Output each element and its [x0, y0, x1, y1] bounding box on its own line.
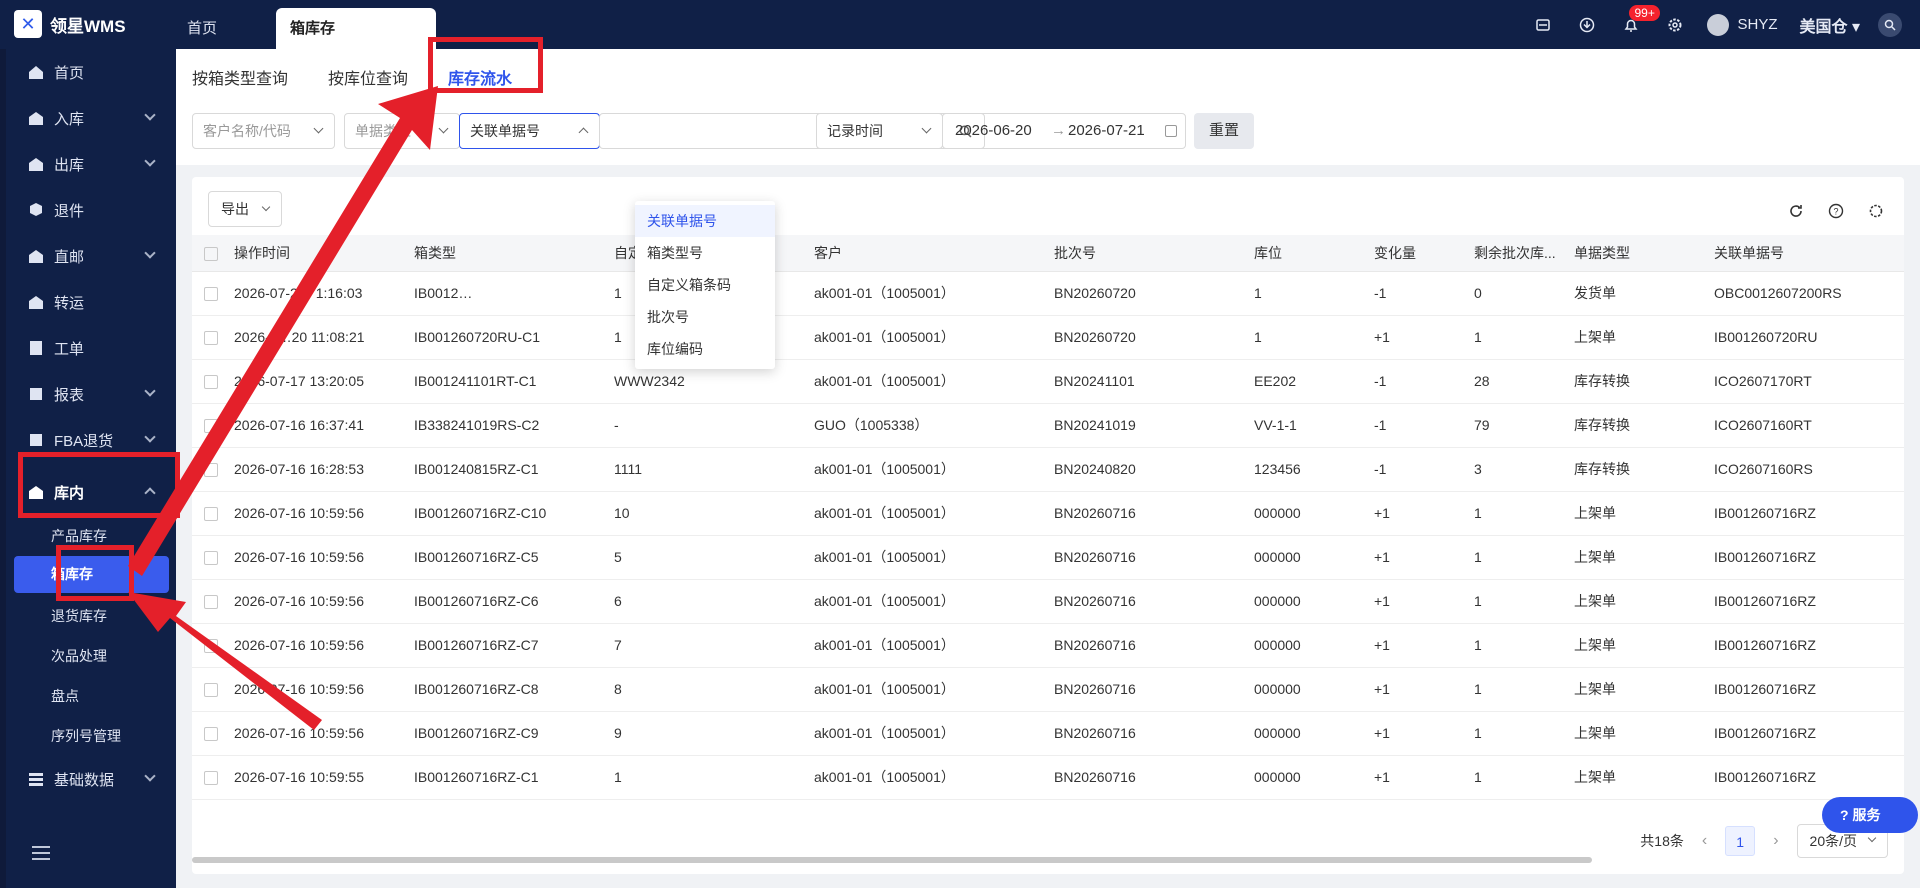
option-related-doc[interactable]: 关联单据号 [635, 205, 775, 237]
option-custom-barcode[interactable]: 自定义箱条码 [635, 269, 775, 301]
option-box-type[interactable]: 箱类型号 [635, 237, 775, 269]
option-batch[interactable]: 批次号 [635, 301, 775, 333]
search-type-dropdown: 关联单据号 箱类型号 自定义箱条码 批次号 库位编码 [635, 201, 775, 369]
option-location-code[interactable]: 库位编码 [635, 333, 775, 365]
annotation-arrows [128, 86, 438, 730]
